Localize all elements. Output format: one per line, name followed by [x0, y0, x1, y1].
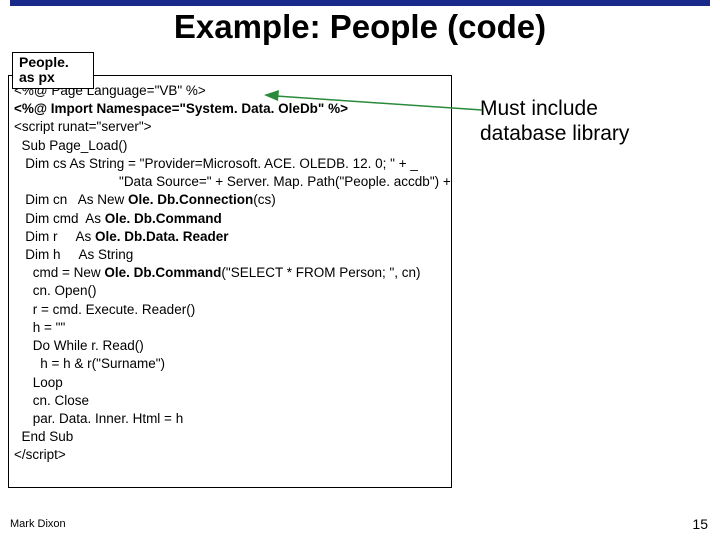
footer-page-number: 15: [692, 516, 708, 532]
code-line: End Sub: [14, 429, 73, 444]
annotation-line: database library: [480, 121, 629, 146]
code-line: "Data Source=" + Server. Map. Path("Peop…: [14, 174, 452, 189]
code-line: Dim cmd As Ole. Db.Command: [14, 211, 222, 226]
code-line: </script>: [14, 447, 66, 462]
code-line: Dim cs As String = "Provider=Microsoft. …: [14, 156, 418, 171]
code-line: <script runat="server">: [14, 119, 152, 134]
code-line: Do While r. Read(): [14, 338, 144, 353]
slide-title: Example: People (code): [0, 8, 720, 46]
code-line: h = "": [14, 320, 65, 335]
code-line: r = cmd. Execute. Reader(): [14, 302, 195, 317]
annotation-text: Must include database library: [480, 96, 629, 146]
code-line: Dim cn As New Ole. Db.Connection(cs): [14, 192, 276, 207]
top-accent-bar: [10, 0, 710, 6]
code-line: par. Data. Inner. Html = h: [14, 411, 183, 426]
code-line: h = h & r("Surname"): [14, 356, 165, 371]
annotation-line: Must include: [480, 96, 629, 121]
arrow-icon: [264, 88, 484, 118]
code-line: cn. Open(): [14, 283, 97, 298]
code-line: Loop: [14, 375, 63, 390]
code-listing: <%@ Page Language="VB" %> <%@ Import Nam…: [8, 75, 452, 488]
code-line: cmd = New Ole. Db.Command("SELECT * FROM…: [14, 265, 421, 280]
code-line: Sub Page_Load(): [14, 138, 127, 153]
code-line: Dim r As Ole. Db.Data. Reader: [14, 229, 229, 244]
footer-author: Mark Dixon: [10, 518, 66, 530]
filename-label: People. as px: [12, 52, 94, 89]
code-line: cn. Close: [14, 393, 89, 408]
code-line: Dim h As String: [14, 247, 133, 262]
